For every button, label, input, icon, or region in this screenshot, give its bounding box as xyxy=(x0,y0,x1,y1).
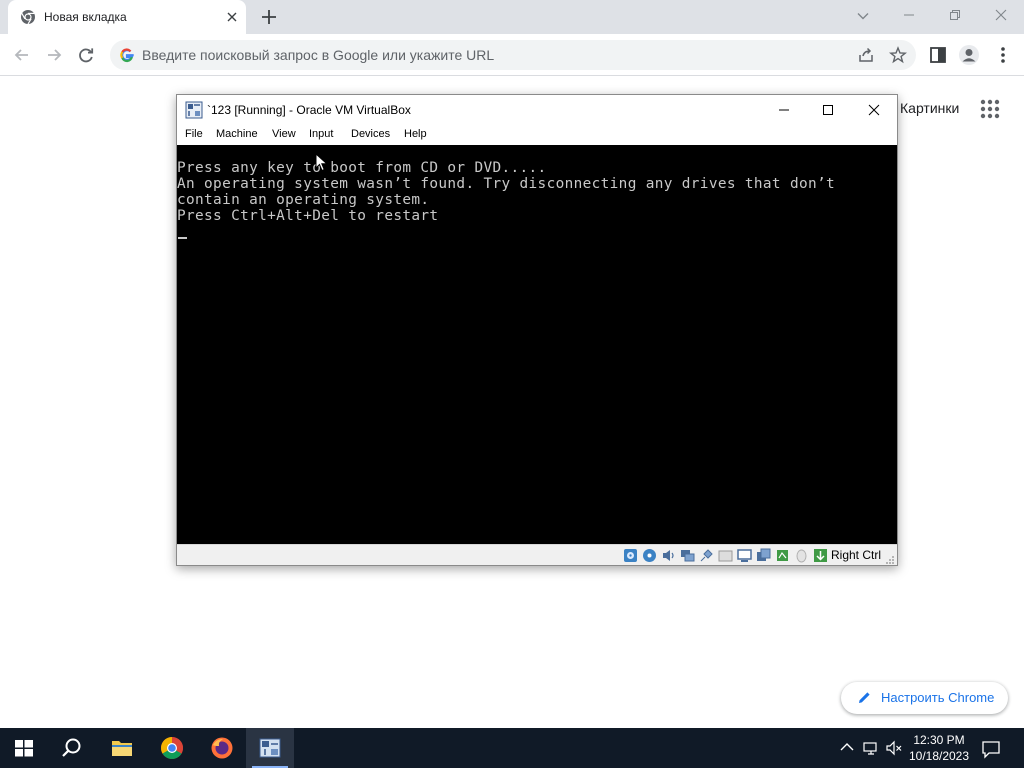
vbox-window-title: `123 [Running] - Oracle VM VirtualBox xyxy=(207,103,411,117)
side-panel-icon[interactable] xyxy=(927,44,949,66)
tab-title: Новая вкладка xyxy=(44,10,127,24)
taskbar-file-explorer[interactable] xyxy=(98,728,146,768)
chrome-favicon-icon xyxy=(20,9,36,25)
clock-date: 10/18/2023 xyxy=(908,749,970,763)
clock-time: 12:30 PM xyxy=(913,733,965,747)
browser-toolbar: Введите поисковый запрос в Google или ук… xyxy=(0,34,1024,76)
keyboard-capture-icon[interactable] xyxy=(813,548,828,563)
vbox-close-icon[interactable] xyxy=(863,99,885,121)
taskbar-virtualbox[interactable] xyxy=(246,728,294,768)
tab-search-chevron-icon[interactable] xyxy=(854,7,872,25)
vm-display[interactable]: Press any key to boot from CD or DVD....… xyxy=(177,145,897,544)
network-tray-icon[interactable] xyxy=(861,738,881,758)
omnibox-placeholder[interactable]: Введите поисковый запрос в Google или ук… xyxy=(142,47,494,63)
virtualbox-app-icon xyxy=(185,101,203,119)
vbox-minimize-icon[interactable] xyxy=(773,99,795,121)
reload-icon[interactable] xyxy=(75,44,97,66)
windows-taskbar: 12:30 PM 10/18/2023 xyxy=(0,728,1024,768)
menu-view[interactable]: View xyxy=(272,128,296,140)
tab-strip: Новая вкладка xyxy=(0,0,1024,34)
menu-help[interactable]: Help xyxy=(404,128,427,140)
omnibox[interactable]: Введите поисковый запрос в Google или ук… xyxy=(110,40,916,70)
share-icon[interactable] xyxy=(857,46,875,64)
google-g-icon xyxy=(119,47,135,63)
show-hidden-icons-chevron-icon[interactable] xyxy=(837,738,857,758)
volume-muted-icon[interactable] xyxy=(884,738,904,758)
customize-chrome-button[interactable]: Настроить Chrome xyxy=(841,682,1008,714)
restore-icon[interactable] xyxy=(943,3,967,27)
start-button[interactable] xyxy=(0,728,48,768)
resize-grip-icon[interactable] xyxy=(885,553,895,564)
optical-drive-icon[interactable] xyxy=(642,548,657,563)
menu-devices[interactable]: Devices xyxy=(351,128,390,140)
close-window-icon[interactable] xyxy=(989,3,1013,27)
taskbar-firefox[interactable] xyxy=(198,728,246,768)
host-key-label[interactable]: Right Ctrl xyxy=(831,548,881,562)
menu-machine[interactable]: Machine xyxy=(216,128,258,140)
vbox-statusbar: Right Ctrl xyxy=(177,544,897,565)
shared-folders-icon[interactable] xyxy=(718,548,733,563)
profile-avatar-icon[interactable] xyxy=(958,44,980,66)
console-line: contain an operating system. xyxy=(177,192,430,208)
google-apps-icon[interactable] xyxy=(979,98,1001,120)
customize-chrome-label: Настроить Chrome xyxy=(881,690,995,705)
hard-disk-icon[interactable] xyxy=(623,548,638,563)
console-line: Press Ctrl+Alt+Del to restart xyxy=(177,208,439,224)
vbox-maximize-icon[interactable] xyxy=(817,99,839,121)
console-cursor xyxy=(178,237,187,239)
vbox-titlebar[interactable]: `123 [Running] - Oracle VM VirtualBox xyxy=(177,95,897,125)
notification-center-icon[interactable] xyxy=(980,738,1002,760)
menu-file[interactable]: File xyxy=(185,128,203,140)
display-icon[interactable] xyxy=(737,548,752,563)
tab-new-tab[interactable]: Новая вкладка xyxy=(8,0,246,34)
console-line: An operating system wasn’t found. Try di… xyxy=(177,176,836,192)
taskbar-clock[interactable]: 12:30 PM 10/18/2023 xyxy=(904,732,974,764)
cpu-icon[interactable] xyxy=(775,548,790,563)
taskbar-chrome[interactable] xyxy=(148,728,196,768)
chrome-menu-icon[interactable] xyxy=(992,44,1014,66)
forward-icon[interactable] xyxy=(43,44,65,66)
bookmark-star-icon[interactable] xyxy=(888,46,908,64)
pencil-icon xyxy=(857,690,872,705)
audio-icon[interactable] xyxy=(661,548,676,563)
new-tab-plus-icon[interactable] xyxy=(260,8,278,26)
network-icon[interactable] xyxy=(680,548,695,563)
mouse-pointer-icon xyxy=(315,152,329,173)
vbox-menubar: File Machine View Input Devices Help xyxy=(177,125,897,145)
recording-icon[interactable] xyxy=(756,548,771,563)
console-line: Press any key to boot from CD or DVD....… xyxy=(177,160,547,176)
taskbar-search-button[interactable] xyxy=(48,728,96,768)
mouse-integration-icon[interactable] xyxy=(794,548,809,563)
virtualbox-vm-window: `123 [Running] - Oracle VM VirtualBox Fi… xyxy=(176,94,898,566)
minimize-icon[interactable] xyxy=(897,3,921,27)
usb-icon[interactable] xyxy=(699,548,714,563)
images-link[interactable]: Картинки xyxy=(900,100,959,116)
tab-close-icon[interactable] xyxy=(224,9,240,25)
back-icon[interactable] xyxy=(11,44,33,66)
menu-input[interactable]: Input xyxy=(309,128,333,140)
